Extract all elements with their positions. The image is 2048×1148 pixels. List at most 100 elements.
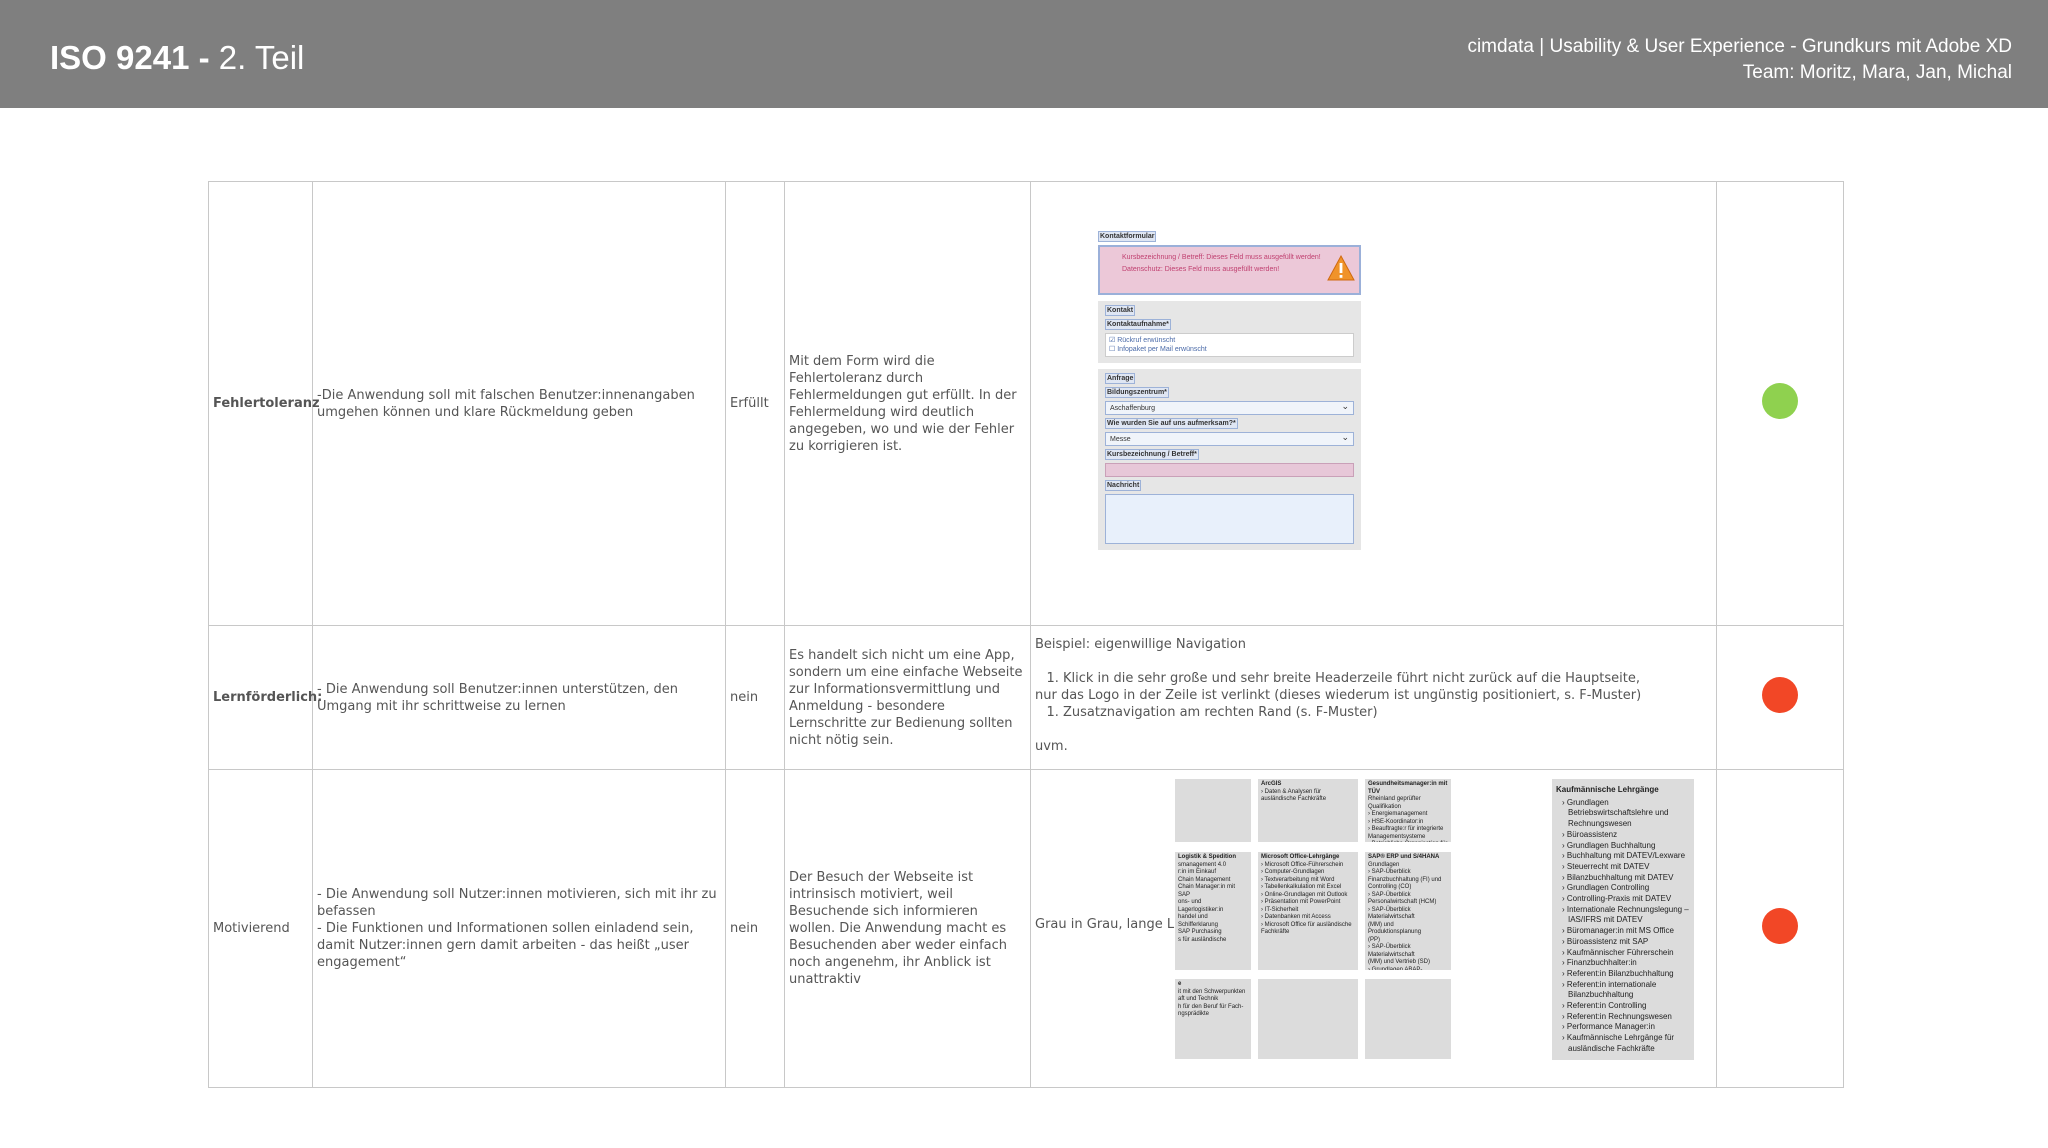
tile-item: it mit den Schwerpunkten [1178,988,1246,995]
list-item[interactable]: › Kaufmännische Lehrgänge für ausländisc… [1562,1033,1690,1054]
status-dot [1762,383,1798,419]
menu-tile: ArcGIS › Daten & Analysen für ausländisch… [1258,779,1358,842]
title-part: 2. Teil [209,39,305,76]
assessment-cell: Der Besuch der Webseite ist intrinsisch … [784,769,1031,1088]
fulfilled-cell: Erfüllt [725,181,785,626]
tile-heading: SAP® ERP und S/4HANA [1368,854,1440,860]
tile-item: › Beauftragte:r für integrierte [1368,826,1444,832]
tile-item: › Textverarbeitung mit Word [1261,876,1335,883]
tile-item: (MM) und Produktionsplanung [1368,921,1422,936]
title-bold: ISO 9241 - [50,39,210,76]
list-item: Klick in die sehr große und sehr breite … [1063,670,1712,687]
list-item[interactable]: › Referent:in Controlling [1562,1001,1690,1012]
checkbox-infomail[interactable]: ☐ Infopaket per Mail erwünscht [1109,345,1350,354]
list-item[interactable]: › Referent:in Rechnungswesen [1562,1012,1690,1023]
tile-item: › Microsoft Office-Führerschein [1261,861,1344,868]
tile-item: Rheinland geprüfter Qualifikation [1368,796,1421,810]
menu-tile: e it mit den Schwerpunkten aft und Technik… [1175,979,1251,1059]
list-heading: Kaufmännische Lehrgänge [1556,785,1659,794]
kaufmaennische-lehrgaenge-list: Kaufmännische Lehrgänge › Grundlagen Bet… [1552,779,1694,1060]
tile-heading: Microsoft Office-Lehrgänge [1261,854,1340,860]
nav-example-list: Zusatznavigation am rechten Rand (s. F-M… [1035,704,1712,721]
field-label: Kontaktaufnahme* [1105,319,1171,330]
criterion-cell: Motivierend [208,769,313,1088]
tile-item: › Tabellenkalkulation mit Excel [1261,884,1342,890]
list-item[interactable]: › Büroassistenz mit SAP [1562,937,1690,948]
tile-item: › Datenbanken mit Access [1261,914,1331,920]
kurs-input[interactable] [1105,463,1354,477]
tile-item: › Computer-Grundlagen [1261,869,1325,875]
tile-item: Managementsysteme [1368,833,1426,840]
panel-label: Kontakt [1105,305,1136,316]
bildungszentrum-select[interactable]: Aschaffenburg [1105,401,1354,415]
list-item[interactable]: › Internationale Rechnungslegung – IAS/I… [1562,905,1690,926]
menu-tile [1175,779,1251,842]
tile-item: handel und Schifferklarung [1178,914,1218,928]
requirement-line: - Die Anwendung soll Nutzer:innen motivi… [317,887,717,919]
list-item[interactable]: › Grundlagen Controlling [1562,883,1690,894]
list-item[interactable]: › Büromanager:in mit MS Office [1562,926,1690,937]
list-item-continuation: nur das Logo in der Zeile ist verlinkt (… [1035,688,1642,703]
tile-item: › SAP-Überblick [1368,869,1411,875]
status-cell [1716,181,1844,626]
nav-example-outro: uvm. [1035,739,1068,754]
nav-example-list: Klick in die sehr große und sehr breite … [1035,670,1712,687]
slide-title: ISO 9241 - 2. Teil [50,38,304,78]
tile-item: Finanzbuchhaltung (FI) und [1368,876,1442,883]
tile-item: › HSE-Koordinator:in [1368,818,1424,825]
field-label: Kursbezeichnung / Betreff* [1105,449,1199,460]
slide-header: ISO 9241 - 2. Teil cimdata | Usability &… [0,0,2048,108]
menu-tile: Logistik & Spedition smanagement 4.0 r:in … [1175,852,1251,970]
status-cell [1716,625,1844,770]
status-dot [1762,908,1798,944]
checkbox-group: ☑ Rückruf erwünscht ☐ Infopaket per Mail… [1105,333,1354,357]
list-item[interactable]: › Grundlagen Betriebswirtschaftslehre un… [1562,798,1690,830]
tile-item: r:in im Einkauf [1178,869,1217,875]
tile-heading: Logistik & Spedition [1178,854,1236,860]
tile-item: › Energiemanagement [1368,811,1428,817]
list-item[interactable]: › Finanzbuchhalter:in [1562,958,1690,969]
checkbox-callback[interactable]: ☑ Rückruf erwünscht [1109,336,1350,345]
menu-example: Grau in Grau, lange List ArcGIS › Daten &… [1035,770,1712,1087]
tile-item: ons- und Lagerlogistiker:in [1178,899,1224,913]
list-item[interactable]: › Referent:in Bilanzbuchhaltung [1562,969,1690,980]
list-item[interactable]: › Steuerrecht mit DATEV [1562,862,1690,873]
list-item[interactable]: › Bilanzbuchhaltung mit DATEV [1562,873,1690,884]
aufmerksam-select[interactable]: Messe [1105,432,1354,446]
tile-item: › Online-Grundlagen mit Outlook [1261,891,1348,898]
list-item[interactable]: › Kaufmännischer Führerschein [1562,948,1690,959]
menu-tile [1258,979,1358,1059]
list-item: Zusatznavigation am rechten Rand (s. F-M… [1063,704,1712,721]
tile-item: (MM) und Vertrieb (SD) [1368,959,1431,965]
requirement-line: - Die Funktionen und Informationen solle… [317,921,694,970]
tile-item: › Daten & Analysen für [1261,788,1322,795]
list-item[interactable]: › Büroassistenz [1562,830,1690,841]
tile-item: s für ausländische [1178,936,1227,943]
nachricht-textarea[interactable] [1105,494,1354,544]
assessment-cell: Es handelt sich nicht um eine App, sonde… [784,625,1031,770]
list-item[interactable]: › Referent:in internationale Bilanzbuchh… [1562,980,1690,1001]
table-row: Fehlertoleranz -Die Anwendung soll mit f… [208,181,1844,626]
tile-item: ngsprädikte [1178,1011,1210,1017]
tile-item: › Microsoft Office für ausländische [1261,921,1352,928]
tile-item: › SAP-Überblick [1368,891,1411,898]
list-item[interactable]: › Buchhaltung mit DATEV/Lexware [1562,851,1690,862]
tile-item: Controlling (CO) [1368,884,1412,890]
menu-tile: Microsoft Office-Lehrgänge › Microsoft Of… [1258,852,1358,970]
tile-item: › SAP-Überblick Materialwirtschaft [1368,944,1415,958]
table-row: Motivierend - Die Anwendung soll Nutzer:… [208,769,1844,1088]
list-item[interactable]: › Controlling-Praxis mit DATEV [1562,894,1690,905]
tile-item: ausländische Fachkräfte [1261,796,1327,802]
list-item[interactable]: › Performance Manager:in [1562,1022,1690,1033]
criterion-cell: Lernförderlich: [208,625,322,770]
example-cell: Kontaktformular Kursbezeichnung / Betref… [1030,181,1717,626]
error-box: Kursbezeichnung / Betreff: Dieses Feld m… [1098,245,1361,295]
warning-icon [1327,255,1355,281]
tile-item: › SAP-Überblick Materialwirtschaft [1368,906,1415,921]
tile-item: h für den Beruf für Fach- [1178,1003,1244,1010]
tile-item: › Grundlagen ABAP- [1368,966,1423,971]
tile-item: aft und Technik [1178,996,1219,1002]
list-item[interactable]: › Grundlagen Buchhaltung [1562,841,1690,852]
tile-item: › Betriebliche Organisation für [1368,841,1448,842]
list-items: › Grundlagen Betriebswirtschaftslehre un… [1556,798,1690,1055]
